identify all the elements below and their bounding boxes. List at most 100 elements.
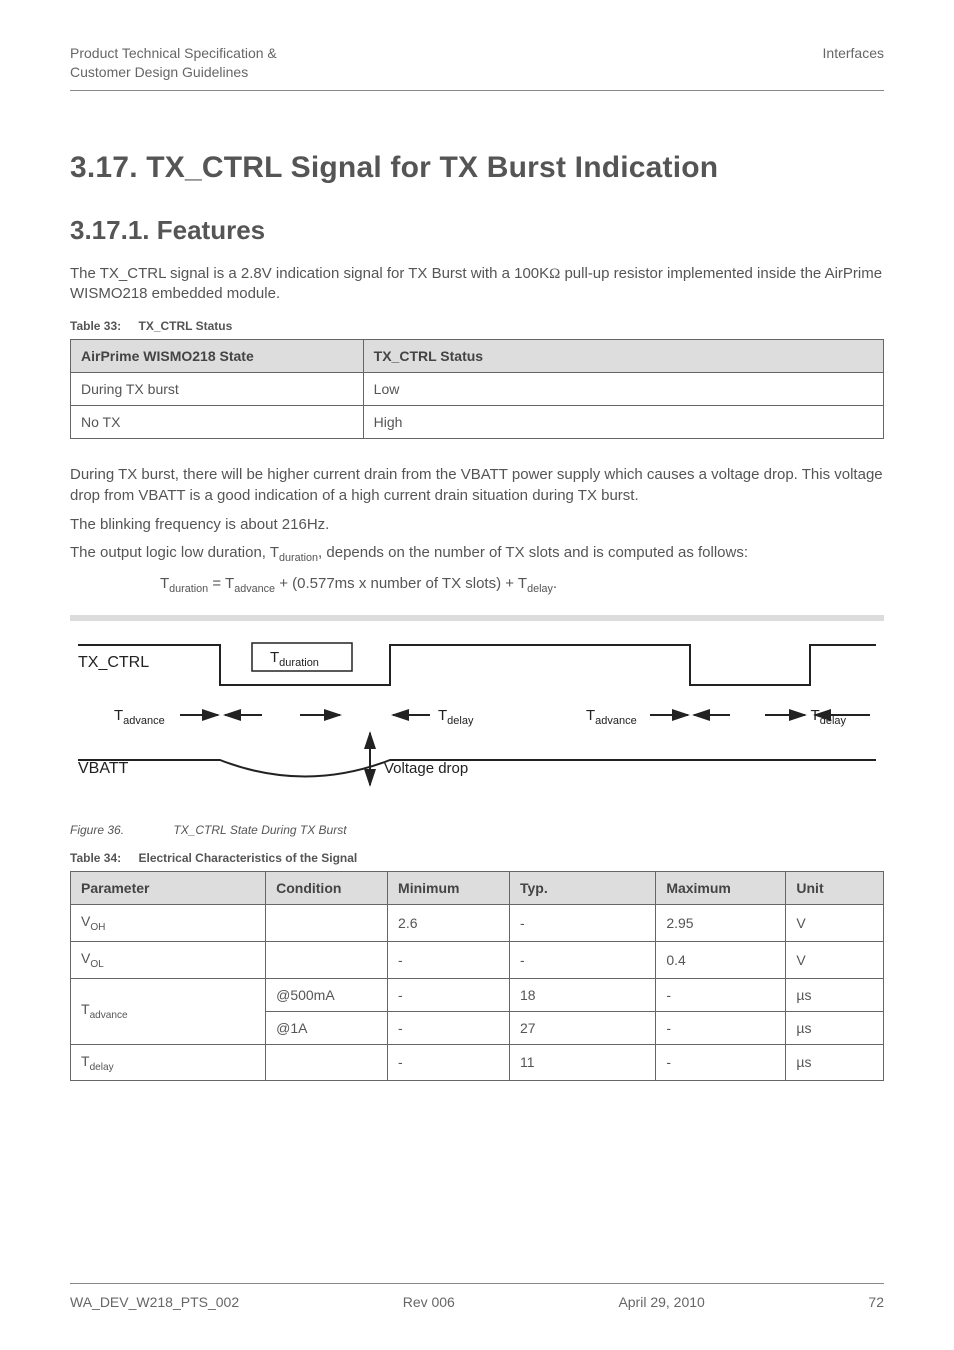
cell: - — [509, 905, 655, 942]
paragraph-blinkfreq: The blinking frequency is about 216Hz. — [70, 515, 884, 536]
table-row: No TX High — [71, 406, 884, 439]
figure36-box: TX_CTRL Tduration Tadvance Tdelay Tadvan… — [70, 615, 884, 815]
cell: - — [388, 941, 510, 978]
formula-t2: = T — [208, 575, 234, 592]
footer-right1: April 29, 2010 — [618, 1294, 704, 1310]
table34-h4: Maximum — [656, 872, 786, 905]
cell: High — [363, 406, 883, 439]
cell: 0.4 — [656, 941, 786, 978]
cell: Low — [363, 373, 883, 406]
table33-h1: TX_CTRL Status — [363, 340, 883, 373]
cell: During TX burst — [71, 373, 364, 406]
formula-t1: T — [160, 575, 169, 592]
cell: 18 — [509, 978, 655, 1011]
cell: 2.95 — [656, 905, 786, 942]
formula-t3: + (0.577ms x number of TX slots) + T — [275, 575, 527, 592]
table34-h0: Parameter — [71, 872, 266, 905]
formula-end: . — [553, 575, 557, 592]
paragraph-pullup: The TX_CTRL signal is a 2.8V indication … — [70, 264, 884, 305]
para1-text-a: The TX_CTRL signal is a 2.8V indication … — [70, 265, 549, 282]
table-row: During TX burst Low — [71, 373, 884, 406]
header-right: Interfaces — [823, 44, 884, 82]
table33: AirPrime WISMO218 State TX_CTRL Status D… — [70, 339, 884, 439]
figure36-svg: TX_CTRL Tduration Tadvance Tdelay Tadvan… — [70, 615, 884, 815]
footer-rule — [70, 1283, 884, 1284]
paragraph-duration: The output logic low duration, Tduration… — [70, 543, 884, 566]
cell: - — [656, 1044, 786, 1081]
footer-right2: 72 — [868, 1294, 884, 1310]
table34: Parameter Condition Minimum Typ. Maximum… — [70, 871, 884, 1081]
cell: @1A — [266, 1011, 388, 1044]
footer-left: WA_DEV_W218_PTS_002 — [70, 1294, 239, 1310]
table34-h3: Typ. — [509, 872, 655, 905]
cell: µs — [786, 1044, 884, 1081]
cell — [266, 1044, 388, 1081]
cell: V — [786, 941, 884, 978]
section-heading-3-17-1: 3.17.1. Features — [70, 215, 884, 246]
label-tadvance-right: T — [586, 707, 595, 724]
para4-b: , depends on the number of TX slots and … — [318, 544, 748, 561]
figure36-caption-num: Figure 36. — [70, 823, 124, 837]
cell: µs — [786, 1011, 884, 1044]
cell-param: Tadvance — [71, 978, 266, 1044]
formula-t3-sub: delay — [527, 583, 553, 595]
table34-h1: Condition — [266, 872, 388, 905]
svg-text:Tadvance: Tadvance — [586, 707, 637, 727]
label-tadvance-left: T — [114, 707, 123, 724]
table33-caption: Table 33: TX_CTRL Status — [70, 319, 884, 333]
label-tdelay-left: T — [438, 707, 447, 724]
label-tadvance-right-sub: advance — [595, 715, 637, 727]
cell: @500mA — [266, 978, 388, 1011]
formula-t1-sub: duration — [169, 583, 208, 595]
table34-caption-text: Electrical Characteristics of the Signal — [138, 851, 357, 865]
label-txctrl: TX_CTRL — [78, 654, 149, 671]
cell: µs — [786, 978, 884, 1011]
table-row: Tdelay - 11 - µs — [71, 1044, 884, 1081]
cell: - — [388, 1011, 510, 1044]
label-tdelay-left-sub: delay — [447, 715, 474, 727]
label-vbatt: VBATT — [78, 760, 129, 777]
table34-h2: Minimum — [388, 872, 510, 905]
cell: 11 — [509, 1044, 655, 1081]
table33-h0: AirPrime WISMO218 State — [71, 340, 364, 373]
header-rule — [70, 90, 884, 91]
cell: No TX — [71, 406, 364, 439]
header-line2: Customer Design Guidelines — [70, 63, 277, 82]
para4-a: The output logic low duration, T — [70, 544, 279, 561]
cell: V — [786, 905, 884, 942]
label-tadvance-left-sub: advance — [123, 715, 165, 727]
header-line1: Product Technical Specification & — [70, 44, 277, 63]
cell: - — [509, 941, 655, 978]
label-voltage-drop: Voltage drop — [384, 760, 468, 777]
svg-text:Tdelay: Tdelay — [811, 707, 847, 727]
label-tduration: T — [270, 649, 279, 666]
table34-caption: Table 34: Electrical Characteristics of … — [70, 851, 884, 865]
table34-header-row: Parameter Condition Minimum Typ. Maximum… — [71, 872, 884, 905]
cell: - — [656, 1011, 786, 1044]
table34-caption-num: Table 34: — [70, 851, 121, 865]
cell: 27 — [509, 1011, 655, 1044]
footer-mid: Rev 006 — [403, 1294, 455, 1310]
cell: - — [388, 978, 510, 1011]
label-tdelay-right-sub: delay — [820, 715, 847, 727]
cell: - — [388, 1044, 510, 1081]
table33-header-row: AirPrime WISMO218 State TX_CTRL Status — [71, 340, 884, 373]
table-row: VOH 2.6 - 2.95 V — [71, 905, 884, 942]
page-header: Product Technical Specification & Custom… — [70, 44, 884, 82]
paragraph-currentdrain: During TX burst, there will be higher cu… — [70, 465, 884, 506]
table34-h5: Unit — [786, 872, 884, 905]
formula-t2-sub: advance — [234, 583, 275, 595]
ohm-symbol: Ω — [549, 266, 560, 282]
svg-text:Tdelay: Tdelay — [438, 707, 474, 727]
figure36-caption-text: TX_CTRL State During TX Burst — [173, 823, 346, 837]
cell-param: VOL — [71, 941, 266, 978]
svg-text:Tadvance: Tadvance — [114, 707, 165, 727]
cell — [266, 941, 388, 978]
table33-caption-text: TX_CTRL Status — [138, 319, 232, 333]
page-footer: WA_DEV_W218_PTS_002 Rev 006 April 29, 20… — [70, 1283, 884, 1310]
figure36-caption: Figure 36. TX_CTRL State During TX Burst — [70, 823, 884, 837]
table33-caption-num: Table 33: — [70, 319, 121, 333]
label-tduration-sub: duration — [279, 657, 319, 669]
para4-a-sub: duration — [279, 552, 318, 564]
section-heading-3-17: 3.17. TX_CTRL Signal for TX Burst Indica… — [70, 151, 884, 185]
